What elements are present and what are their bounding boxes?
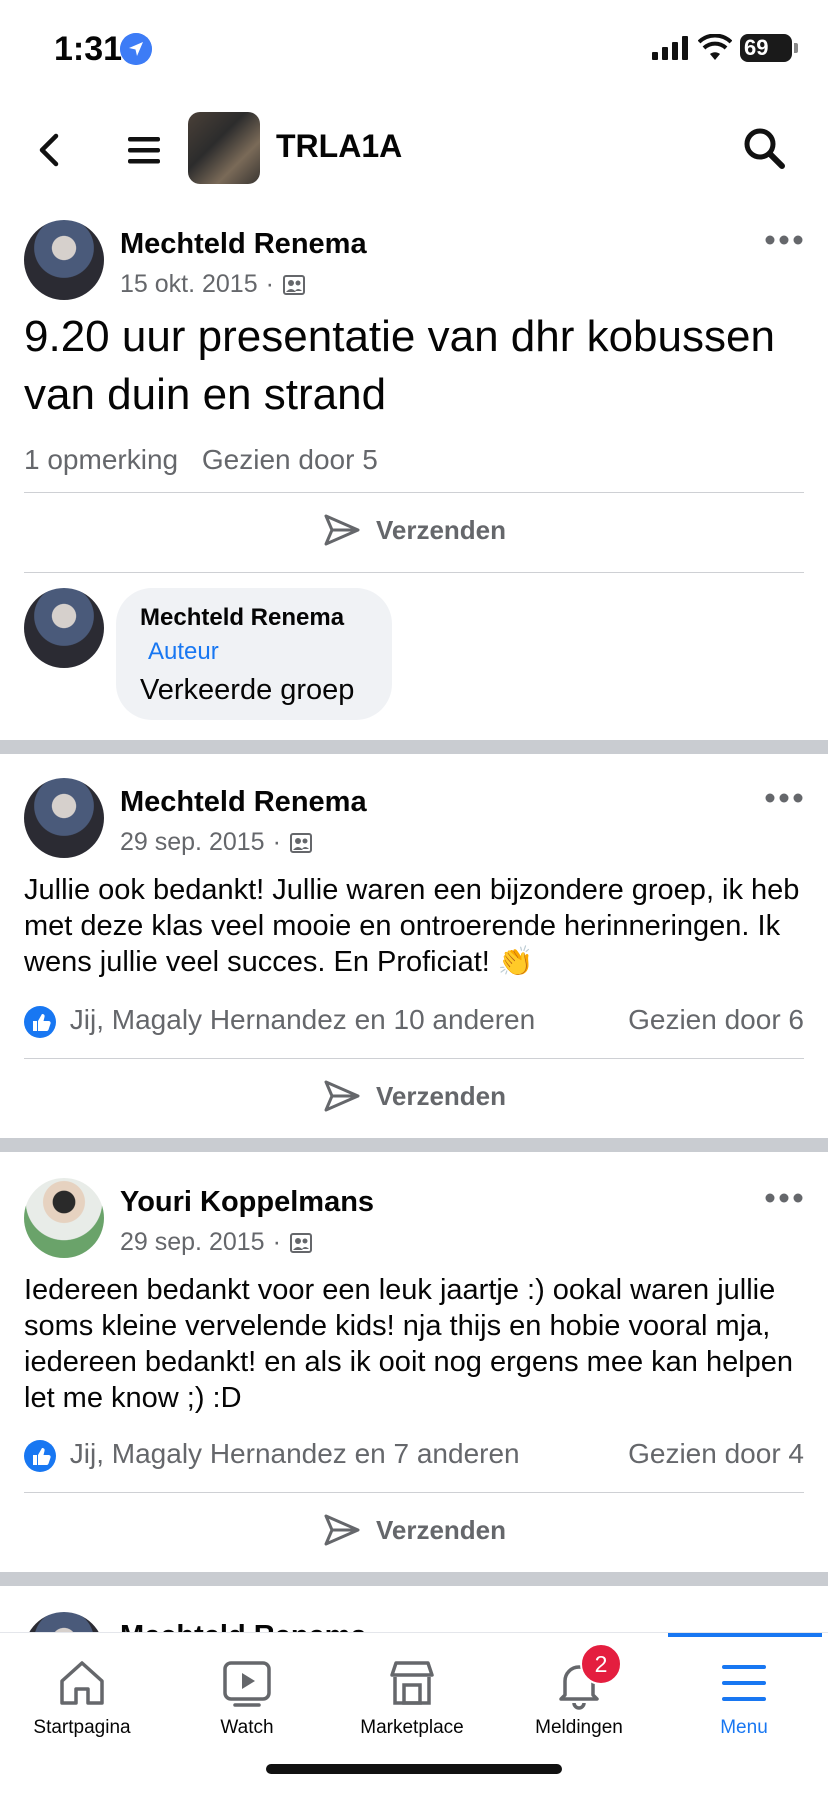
status-bar: 1:31 69	[0, 0, 828, 100]
post-author[interactable]: Mechteld Renema	[120, 786, 367, 819]
more-options-icon[interactable]	[764, 792, 804, 804]
post-separator	[0, 1572, 828, 1586]
location-arrow-icon	[120, 33, 152, 65]
nav-menu[interactable]: Menu	[664, 1633, 824, 1753]
reaction-summary[interactable]: Jij, Magaly Hernandez en 10 anderen	[70, 1004, 535, 1035]
post: Youri Koppelmans 29 sep. 2015 · Iedereen…	[0, 1152, 828, 1572]
group-header: TRLA1A	[0, 100, 828, 201]
send-button[interactable]: Verzenden	[0, 1500, 828, 1560]
more-options-icon[interactable]	[764, 234, 804, 246]
post-stats: Jij, Magaly Hernandez en 10 anderen Gezi…	[24, 1004, 804, 1038]
nav-label: Watch	[220, 1717, 274, 1738]
hamburger-icon[interactable]	[124, 130, 164, 170]
group-audience-icon	[289, 1232, 312, 1253]
meta-separator: ·	[272, 1228, 281, 1256]
nav-label: Marketplace	[360, 1717, 464, 1738]
comment-avatar[interactable]	[24, 588, 104, 668]
back-icon[interactable]	[30, 130, 70, 170]
send-icon	[324, 514, 360, 546]
comment-text: Verkeerde groep	[140, 674, 355, 706]
seen-count[interactable]: Gezien door 4	[628, 1438, 804, 1470]
post: Mechteld Renema 15 okt. 2015 · 9.20 uur …	[0, 200, 828, 736]
send-button[interactable]: Verzenden	[0, 500, 828, 560]
nav-notifications[interactable]: Meldingen	[499, 1633, 659, 1753]
nav-marketplace[interactable]: Marketplace	[332, 1633, 492, 1753]
menu-icon	[722, 1665, 766, 1701]
nav-label: Menu	[720, 1717, 768, 1738]
post-date[interactable]: 29 sep. 2015	[120, 828, 265, 857]
post: Mechteld Renema 29 sep. 2015 · Jullie oo…	[0, 754, 828, 1138]
post-meta: 29 sep. 2015 ·	[120, 828, 313, 857]
like-reaction-icon	[24, 1439, 56, 1472]
divider	[24, 1058, 804, 1059]
send-button[interactable]: Verzenden	[0, 1066, 828, 1126]
nav-home[interactable]: Startpagina	[2, 1633, 162, 1753]
post-date[interactable]: 15 okt. 2015	[120, 270, 258, 299]
group-audience-icon	[282, 274, 305, 295]
avatar[interactable]	[24, 220, 104, 300]
comment-author[interactable]: Mechteld Renema	[140, 604, 344, 632]
divider	[24, 572, 804, 573]
home-indicator	[266, 1764, 562, 1774]
more-options-icon[interactable]	[764, 1192, 804, 1204]
post-stats: Jij, Magaly Hernandez en 7 anderen Gezie…	[24, 1438, 804, 1472]
post-text: Jullie ook bedankt! Jullie waren een bij…	[24, 874, 800, 978]
avatar[interactable]	[24, 1178, 104, 1258]
comment-bubble[interactable]: Mechteld Renema Auteur Verkeerde groep	[116, 588, 392, 720]
post-stats: 1 opmerking Gezien door 5	[24, 444, 804, 476]
home-icon	[60, 1661, 104, 1705]
group-audience-icon	[289, 832, 312, 853]
post-separator	[0, 740, 828, 754]
nav-label: Meldingen	[535, 1717, 623, 1738]
post-date[interactable]: 29 sep. 2015	[120, 1228, 265, 1257]
battery-indicator: 69	[740, 34, 798, 62]
meta-separator: ·	[265, 270, 274, 298]
watch-icon	[223, 1661, 271, 1707]
nav-label: Startpagina	[33, 1717, 131, 1738]
post-meta: 29 sep. 2015 ·	[120, 1228, 313, 1257]
post-text: Iedereen bedankt voor een leuk jaartje :…	[24, 1274, 794, 1414]
like-reaction-icon	[24, 1005, 56, 1038]
status-time: 1:31	[54, 30, 123, 68]
group-avatar[interactable]	[188, 112, 260, 184]
avatar[interactable]	[24, 778, 104, 858]
comment-count[interactable]: 1 opmerking	[24, 444, 178, 475]
post-text: 9.20 uur presentatie van dhr kobussen va…	[24, 312, 775, 419]
send-label: Verzenden	[375, 1080, 507, 1111]
post-author[interactable]: Mechteld Renema	[120, 228, 367, 261]
search-icon[interactable]	[740, 124, 788, 172]
send-label: Verzenden	[375, 1514, 507, 1545]
marketplace-icon	[390, 1661, 434, 1705]
nav-watch[interactable]: Watch	[167, 1633, 327, 1753]
seen-count[interactable]: Gezien door 5	[202, 444, 378, 475]
send-icon	[324, 1514, 360, 1546]
author-badge: Auteur	[148, 638, 219, 665]
signal-icon	[652, 36, 688, 60]
post-meta: 15 okt. 2015 ·	[120, 270, 306, 299]
meta-separator: ·	[272, 828, 281, 856]
reaction-summary[interactable]: Jij, Magaly Hernandez en 7 anderen	[70, 1438, 520, 1469]
seen-count[interactable]: Gezien door 6	[628, 1004, 804, 1036]
divider	[24, 492, 804, 493]
post-separator	[0, 1138, 828, 1152]
divider	[24, 1492, 804, 1493]
group-title[interactable]: TRLA1A	[276, 128, 402, 165]
notification-badge: 2	[580, 1643, 622, 1685]
post-author[interactable]: Youri Koppelmans	[120, 1186, 374, 1219]
wifi-icon	[698, 34, 732, 60]
send-icon	[324, 1080, 360, 1112]
send-label: Verzenden	[375, 514, 507, 545]
